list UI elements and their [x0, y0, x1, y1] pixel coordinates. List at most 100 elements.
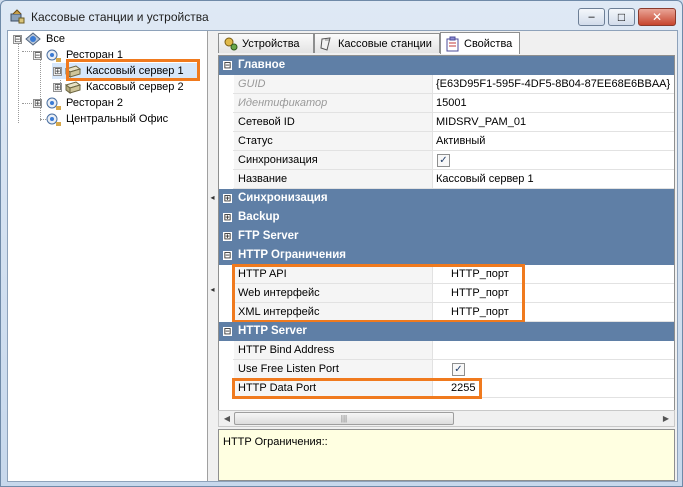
expand-icon[interactable]: ⊞ [223, 232, 232, 241]
cash-register-icon [320, 36, 331, 51]
collapse-icon[interactable]: ⊟ [223, 251, 232, 260]
property-value[interactable] [449, 341, 451, 359]
property-value[interactable]: MIDSRV_PAM_01 [434, 113, 526, 131]
row-gutter [219, 75, 233, 94]
row-gutter [219, 303, 233, 322]
property-name: Use Free Listen Port [234, 360, 433, 378]
row-gutter [219, 265, 233, 284]
maximize-icon: □ [617, 10, 626, 24]
section-http-limits[interactable]: ⊟ HTTP Ограничения [219, 246, 674, 265]
section-title: HTTP Ограничения [238, 249, 346, 261]
property-name: Сетевой ID [234, 113, 433, 131]
property-name: GUID [234, 75, 433, 93]
property-value[interactable]: Кассовый сервер 1 [434, 170, 534, 188]
section-title: Синхронизация [238, 192, 328, 204]
row-gutter [219, 94, 233, 113]
highlight-frame [232, 264, 525, 323]
expand-icon[interactable]: ⊞ [223, 194, 232, 203]
highlight-frame [66, 59, 200, 81]
section-title: FTP Server [238, 230, 299, 242]
property-name: Идентификатор [234, 94, 433, 112]
cash-server-icon [64, 81, 82, 94]
tab-properties[interactable]: Свойства [440, 32, 520, 54]
section-sync[interactable]: ⊞ Синхронизация [219, 189, 674, 208]
tab-label: Кассовые станции [338, 37, 432, 50]
section-main[interactable]: ⊟ Главное [219, 56, 674, 75]
property-row-use-free-listen-port[interactable]: Use Free Listen Port ✓ [219, 360, 674, 379]
tree-item-label: Все [46, 33, 65, 45]
section-title: Backup [238, 211, 280, 223]
tab-cash-stations[interactable]: Кассовые станции [314, 33, 440, 53]
devices-icon [224, 37, 238, 50]
tab-label: Устройства [242, 37, 300, 50]
close-icon: ✕ [651, 10, 663, 24]
expand-icon[interactable]: ⊞ [33, 99, 42, 108]
tree-item-label: Кассовый сервер 2 [86, 81, 184, 93]
tree-item-label: Центральный Офис [66, 113, 169, 125]
properties-icon [446, 36, 459, 51]
property-row-status[interactable]: Статус Активный [219, 132, 674, 151]
network-group-icon [25, 32, 41, 46]
title-bar: Кассовые станции и устройства ‒ □ ✕ [1, 1, 682, 31]
section-ftp-server[interactable]: ⊞ FTP Server [219, 227, 674, 246]
property-row-name[interactable]: Название Кассовый сервер 1 [219, 170, 674, 189]
property-description-panel: HTTP Ограничения:: [218, 429, 675, 481]
free-listen-port-checkbox[interactable]: ✓ [452, 363, 465, 376]
row-gutter [219, 170, 233, 189]
collapse-icon[interactable]: ⊟ [223, 327, 232, 336]
row-gutter [219, 132, 233, 151]
tree-item-label: Ресторан 2 [66, 97, 123, 109]
property-row-sync[interactable]: Синхронизация ✓ [219, 151, 674, 170]
client-area: ⊟ Все ⊟ Ресторан 1 ⊞ Кассовый сервер 1 ⊞… [7, 30, 678, 482]
section-title: HTTP Server [238, 325, 307, 337]
highlight-frame [232, 378, 482, 399]
tab-devices[interactable]: Устройства [218, 33, 314, 53]
property-row-network-id[interactable]: Сетевой ID MIDSRV_PAM_01 [219, 113, 674, 132]
section-backup[interactable]: ⊞ Backup [219, 208, 674, 227]
horizontal-scrollbar[interactable]: ◀ ||| ▶ [218, 410, 675, 427]
section-http-server[interactable]: ⊟ HTTP Server [219, 322, 674, 341]
property-grid: ⊟ Главное GUID {E63D95F1-595F-4DF5-8B04-… [218, 55, 675, 419]
property-name: Статус [234, 132, 433, 150]
collapse-icon[interactable]: ⊟ [33, 51, 42, 60]
network-node-icon [46, 113, 61, 126]
collapse-icon[interactable]: ⊟ [13, 35, 22, 44]
minimize-icon: ‒ [588, 11, 595, 23]
property-row-http-bind-address[interactable]: HTTP Bind Address [219, 341, 674, 360]
expand-icon[interactable]: ⊞ [53, 67, 62, 76]
property-value[interactable]: Активный [434, 132, 485, 150]
panel-splitter[interactable]: ◂ ◂ [209, 181, 216, 311]
collapse-left-icon[interactable]: ◂ [209, 285, 216, 295]
expand-icon[interactable]: ⊞ [53, 83, 62, 92]
property-name: HTTP Bind Address [234, 341, 433, 359]
expand-icon[interactable]: ⊞ [223, 213, 232, 222]
main-window: Кассовые станции и устройства ‒ □ ✕ ⊟ Вс… [0, 0, 683, 487]
section-title: Главное [238, 59, 286, 71]
close-button[interactable]: ✕ [638, 8, 676, 26]
property-value: 15001 [436, 97, 467, 109]
row-gutter [219, 379, 233, 398]
sync-checkbox[interactable]: ✓ [437, 154, 450, 167]
property-name: Название [234, 170, 433, 188]
tree-guide [40, 59, 41, 121]
tree-guide [18, 43, 19, 123]
network-node-icon [46, 49, 61, 62]
property-row-identifier[interactable]: Идентификатор 15001 [219, 94, 674, 113]
property-row-guid[interactable]: GUID {E63D95F1-595F-4DF5-8B04-87EE68E6BB… [219, 75, 674, 94]
row-gutter [219, 341, 233, 360]
collapse-icon[interactable]: ⊟ [223, 61, 232, 70]
devices-app-icon [10, 9, 25, 24]
tab-label: Свойства [464, 37, 513, 50]
scroll-left-icon[interactable]: ◀ [220, 413, 234, 425]
scroll-right-icon[interactable]: ▶ [659, 413, 673, 425]
row-gutter [219, 113, 233, 132]
maximize-button[interactable]: □ [608, 8, 635, 26]
property-name: Синхронизация [234, 151, 433, 169]
window-title: Кассовые станции и устройства [31, 10, 209, 24]
minimize-button[interactable]: ‒ [578, 8, 605, 26]
scroll-thumb[interactable]: ||| [234, 412, 454, 425]
store-tree: ⊟ Все ⊟ Ресторан 1 ⊞ Кассовый сервер 1 ⊞… [8, 31, 208, 481]
row-gutter [219, 360, 233, 379]
collapse-left-icon[interactable]: ◂ [209, 193, 216, 203]
property-value: {E63D95F1-595F-4DF5-8B04-87EE68E6BBAA} [436, 78, 671, 90]
